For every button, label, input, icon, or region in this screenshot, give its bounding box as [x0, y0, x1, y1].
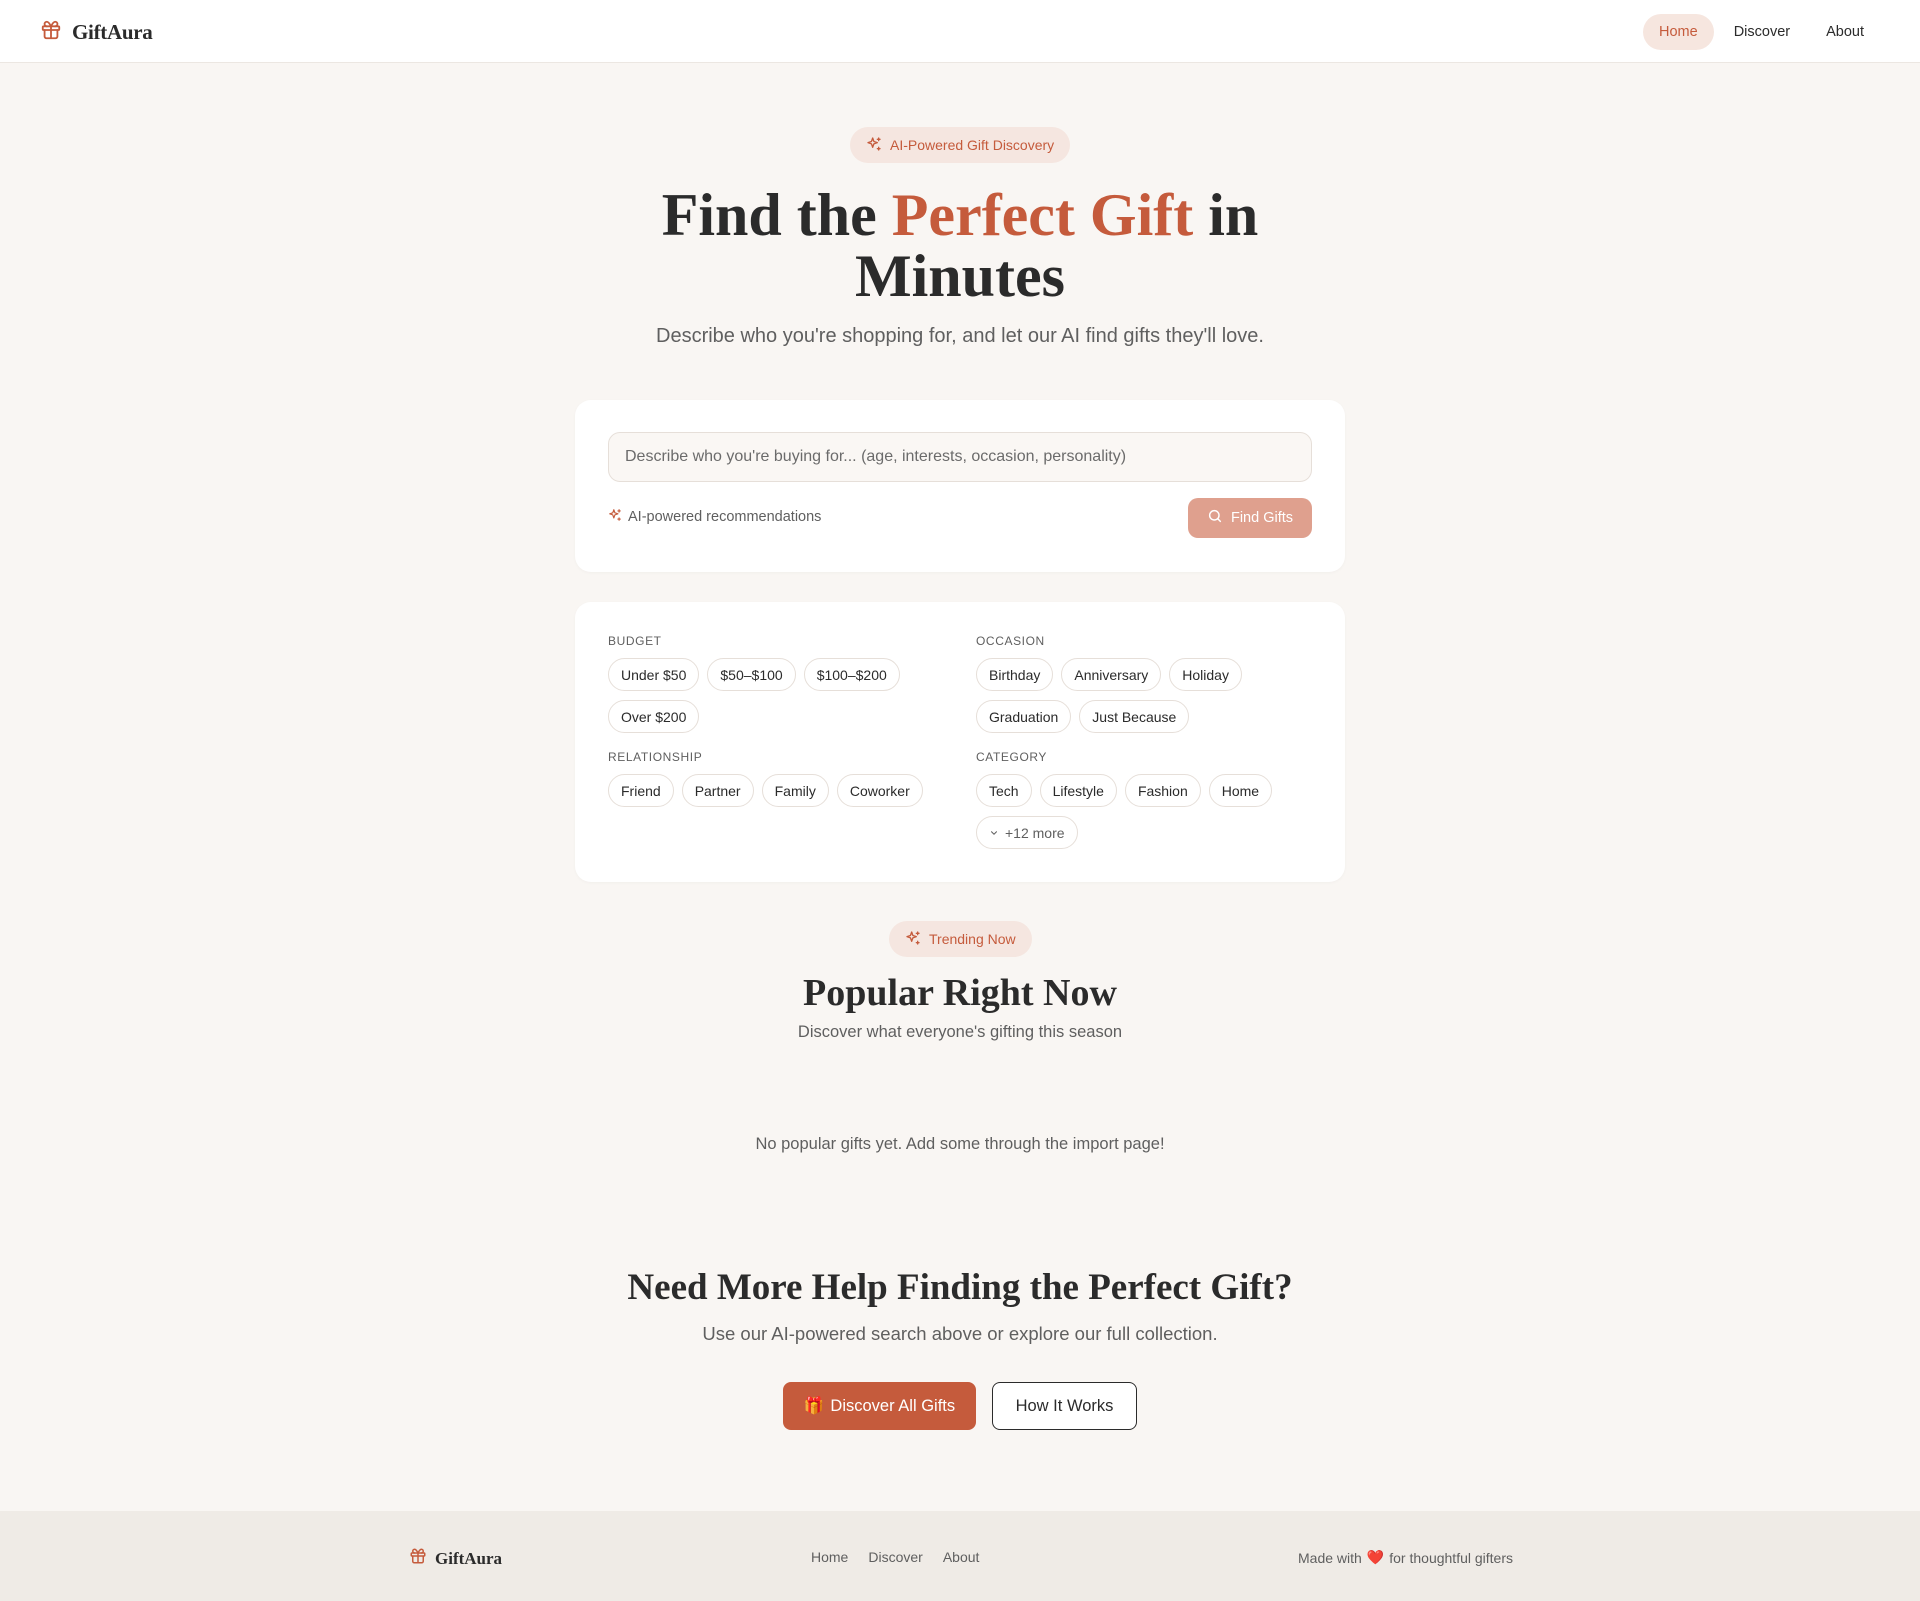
footer-link-discover[interactable]: Discover	[868, 1549, 922, 1565]
relationship-chip[interactable]: Partner	[681, 774, 754, 807]
budget-filter: Budget Under $50 $50–$100 $100–$200 Over…	[608, 634, 948, 733]
search-card: AI-powered recommendations Find Gifts	[575, 400, 1345, 572]
footer: GiftAura Home Discover About Made with ❤…	[0, 1511, 1920, 1601]
search-input[interactable]	[608, 432, 1312, 482]
discover-all-gifts-label: Discover All Gifts	[830, 1396, 956, 1415]
sparkles-icon	[905, 930, 921, 949]
trending-badge-label: Trending Now	[929, 931, 1016, 947]
trending-badge: Trending Now	[889, 921, 1032, 957]
tagline-post: for thoughtful gifters	[1389, 1549, 1513, 1566]
top-navbar: GiftAura Home Discover About	[0, 0, 1920, 63]
heart-icon: ❤️	[1366, 1549, 1385, 1565]
ai-recommendations-note: AI-powered recommendations	[608, 508, 821, 526]
relationship-chip[interactable]: Coworker	[836, 774, 923, 807]
occasion-chip[interactable]: Graduation	[976, 700, 1072, 733]
footer-tagline: Made with ❤️ for thoughtful gifters	[1298, 1549, 1513, 1566]
category-chip[interactable]: Tech	[976, 774, 1032, 807]
gift-icon	[40, 19, 62, 46]
brand-name: GiftAura	[72, 20, 153, 44]
ai-note-label: AI-powered recommendations	[628, 509, 822, 525]
budget-chip[interactable]: Under $50	[608, 658, 700, 691]
occasion-chip[interactable]: Just Because	[1079, 700, 1190, 733]
how-it-works-button[interactable]: How It Works	[992, 1382, 1137, 1430]
occasion-chip[interactable]: Anniversary	[1061, 658, 1162, 691]
help-title: Need More Help Finding the Perfect Gift?	[627, 1267, 1293, 1308]
relationship-filter: Relationship Friend Partner Family Cowor…	[608, 750, 948, 807]
brand-logo[interactable]: GiftAura	[40, 19, 153, 46]
budget-chip[interactable]: $50–$100	[707, 658, 796, 691]
gift-icon	[409, 1547, 427, 1570]
category-label: Category	[976, 750, 1048, 764]
show-more-label: +12 more	[1005, 824, 1065, 841]
trending-subtitle: Discover what everyone's gifting this se…	[797, 1023, 1123, 1041]
relationship-chip[interactable]: Friend	[608, 774, 674, 807]
footer-link-about[interactable]: About	[943, 1549, 980, 1565]
gift-emoji-icon: 🎁	[803, 1396, 825, 1415]
nav-about[interactable]: About	[1810, 14, 1880, 50]
empty-state-message: No popular gifts yet. Add some through t…	[755, 1135, 1165, 1153]
category-filter: Category Tech Lifestyle Fashion Home +12…	[976, 750, 1316, 849]
sparkles-icon	[866, 136, 882, 155]
trending-title: Popular Right Now	[803, 972, 1117, 1014]
hero-subtitle: Describe who you're shopping for, and le…	[656, 325, 1264, 347]
help-subtitle: Use our AI-powered search above or explo…	[702, 1323, 1218, 1344]
budget-label: Budget	[608, 634, 662, 648]
budget-chip[interactable]: $100–$200	[803, 658, 900, 691]
occasion-filter: Occasion Birthday Anniversary Holiday Gr…	[976, 634, 1316, 733]
category-chip[interactable]: Home	[1208, 774, 1273, 807]
footer-brand-name: GiftAura	[435, 1548, 503, 1568]
find-gifts-label: Find Gifts	[1230, 510, 1294, 526]
category-chip[interactable]: Lifestyle	[1039, 774, 1117, 807]
sparkles-icon	[608, 508, 622, 526]
nav-home[interactable]: Home	[1643, 14, 1714, 50]
find-gifts-button[interactable]: Find Gifts	[1188, 498, 1312, 538]
occasion-label: Occasion	[976, 634, 1045, 648]
relationship-label: Relationship	[608, 750, 703, 764]
tagline-pre: Made with	[1298, 1549, 1362, 1566]
search-icon	[1207, 508, 1223, 528]
chevron-down-icon	[989, 825, 999, 841]
hero-title-accent: Perfect Gift	[891, 182, 1194, 248]
nav-discover[interactable]: Discover	[1718, 14, 1806, 50]
category-chip[interactable]: Fashion	[1124, 774, 1201, 807]
footer-brand[interactable]: GiftAura	[409, 1547, 502, 1570]
filter-card: Budget Under $50 $50–$100 $100–$200 Over…	[575, 602, 1345, 882]
relationship-chip[interactable]: Family	[761, 774, 829, 807]
occasion-chip[interactable]: Holiday	[1169, 658, 1242, 691]
budget-chip[interactable]: Over $200	[608, 700, 700, 733]
ai-badge: AI-Powered Gift Discovery	[850, 127, 1071, 163]
main-nav: Home Discover About	[1643, 14, 1880, 50]
discover-all-gifts-button[interactable]: 🎁 Discover All Gifts	[783, 1382, 976, 1430]
footer-link-home[interactable]: Home	[811, 1549, 848, 1565]
occasion-chip[interactable]: Birthday	[976, 658, 1054, 691]
show-more-categories-button[interactable]: +12 more	[976, 816, 1078, 849]
hero-title-pre: Find the	[661, 182, 892, 248]
hero-title: Find the Perfect Gift in Minutes	[560, 185, 1360, 307]
ai-badge-label: AI-Powered Gift Discovery	[890, 137, 1055, 153]
footer-nav: Home Discover About	[811, 1549, 979, 1565]
